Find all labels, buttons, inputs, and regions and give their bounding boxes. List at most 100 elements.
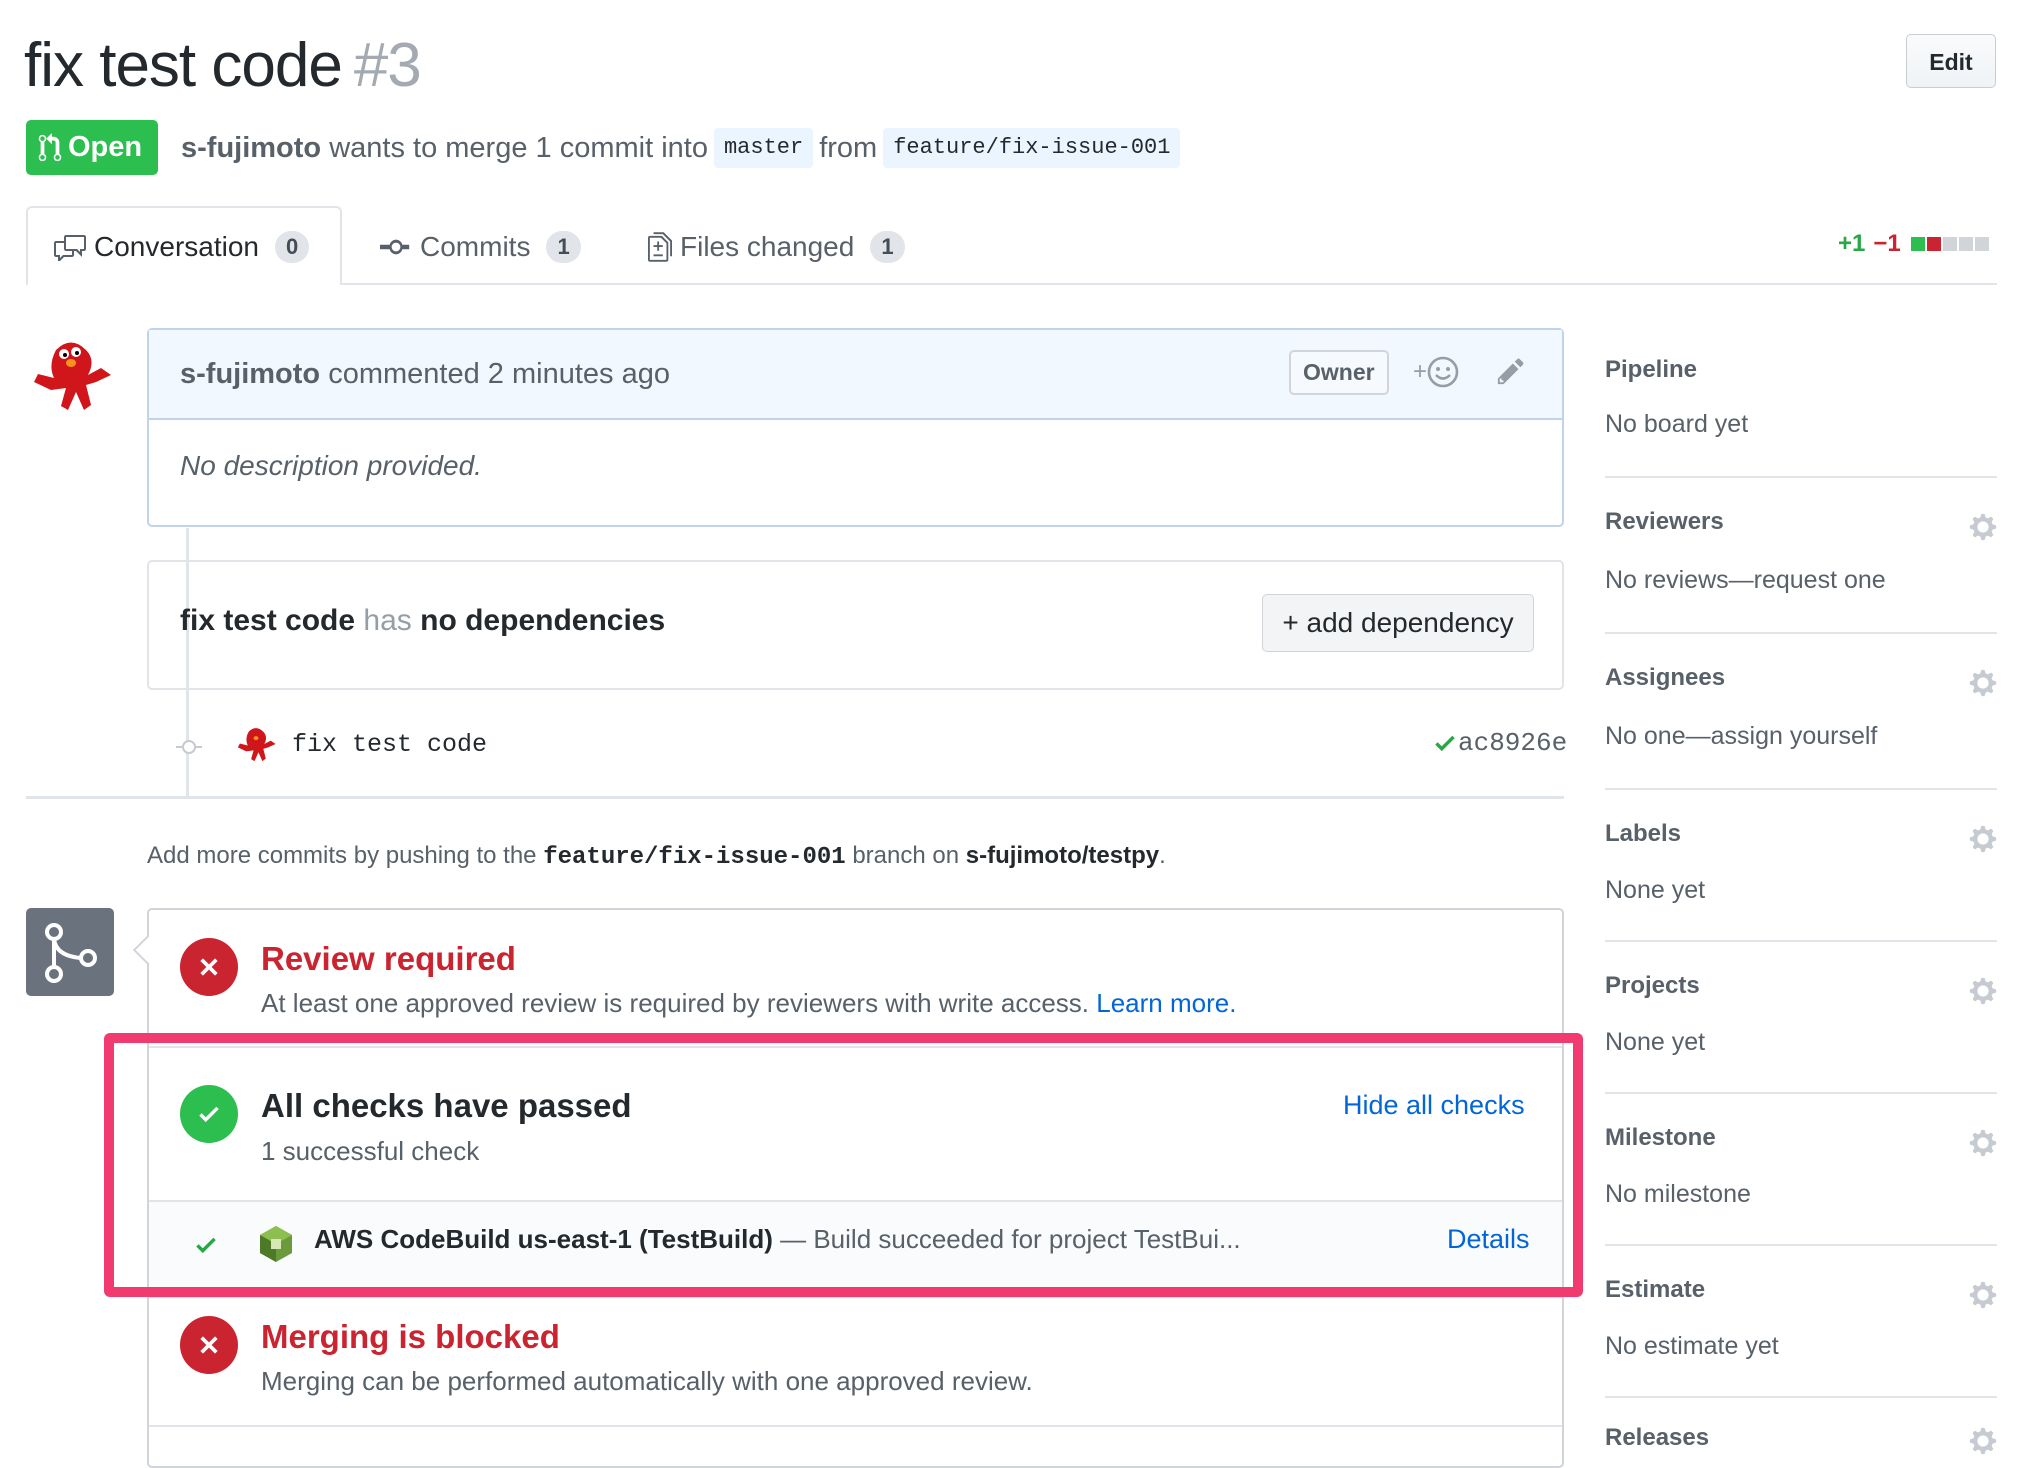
comment-timestamp: commented 2 minutes ago: [328, 358, 670, 390]
pr-meta: s-fujimoto wants to merge 1 commit into …: [181, 126, 1186, 170]
edit-button[interactable]: Edit: [1906, 34, 1996, 88]
review-required-title: Review required: [261, 940, 516, 977]
merging-blocked-desc: Merging can be performed automatically w…: [261, 1366, 1033, 1396]
review-required-desc: At least one approved review is required…: [261, 988, 1236, 1019]
tab-counter: 0: [274, 231, 310, 263]
x-icon: [200, 1336, 218, 1354]
commit-avatar[interactable]: [234, 722, 278, 771]
sidebar-milestone-value: No milestone: [1605, 1180, 1751, 1208]
commit-sha[interactable]: ac8926e: [1432, 728, 1567, 758]
sidebar-milestone-heading[interactable]: Milestone: [1605, 1124, 1716, 1152]
owner-label: Owner: [1289, 350, 1389, 395]
comment-author-line: s-fujimoto commented 2 minutes ago: [180, 352, 670, 396]
highlight-annotation: [104, 1033, 1583, 1297]
git-pull-request-icon: [38, 132, 62, 161]
diff-deletions: −1: [1873, 230, 1901, 257]
sidebar-reviewers-value[interactable]: No reviews—request one: [1605, 566, 1886, 595]
check-icon: [1435, 735, 1455, 752]
sidebar-pipeline-heading[interactable]: Pipeline: [1605, 356, 1697, 384]
diff-additions: +1: [1838, 230, 1866, 257]
head-branch[interactable]: feature/fix-issue-001: [883, 128, 1181, 168]
sidebar-divider: [1605, 940, 1997, 942]
diffstat-block: [1974, 237, 1989, 251]
sidebar-divider: [1605, 476, 1997, 478]
commit-node-icon: [176, 734, 202, 765]
state-label: Open: [68, 131, 143, 163]
commit-sha-text: ac8926e: [1458, 728, 1568, 758]
dep-pr-title: fix test code: [180, 604, 356, 637]
add-dependency-button[interactable]: + add dependency: [1262, 594, 1534, 652]
sidebar-assignees-heading[interactable]: Assignees: [1605, 664, 1725, 692]
assignees-gear-icon[interactable]: [1968, 668, 1998, 703]
milestone-gear-icon[interactable]: [1968, 1128, 1998, 1163]
sidebar-assignees-value[interactable]: No one—assign yourself: [1605, 722, 1877, 751]
sidebar-reviewers-heading[interactable]: Reviewers: [1605, 508, 1724, 536]
learn-more-link[interactable]: Learn more.: [1096, 988, 1236, 1018]
pr-number: #3: [353, 31, 422, 100]
pr-title: fix test code #3: [24, 26, 422, 106]
push-hint-middle: branch on: [852, 842, 960, 869]
sidebar-releases-heading[interactable]: Releases: [1605, 1424, 1709, 1452]
diffstat-block: [1942, 237, 1957, 251]
labels-gear-icon[interactable]: [1968, 824, 1998, 859]
push-hint: Add more commits by pushing to the featu…: [147, 842, 1166, 871]
comment-author[interactable]: s-fujimoto: [180, 358, 320, 390]
dependencies-text: fix test code has no dependencies: [180, 604, 665, 638]
author-link[interactable]: s-fujimoto: [181, 126, 321, 170]
tab-label: Conversation: [94, 231, 259, 262]
tab-counter: 1: [870, 231, 905, 263]
merge-text: wants to merge 1 commit into: [329, 132, 708, 164]
comment-discussion-icon: [54, 235, 86, 261]
tab-conversation[interactable]: Conversation 0: [54, 222, 310, 272]
sidebar-divider: [1605, 1244, 1997, 1246]
state-badge: Open: [26, 120, 159, 175]
tab-label: Commits: [420, 231, 531, 262]
sidebar-estimate-heading[interactable]: Estimate: [1605, 1276, 1705, 1304]
edit-comment-button[interactable]: [1496, 356, 1526, 391]
review-status-icon: [180, 938, 238, 996]
sidebar-divider: [1605, 1092, 1997, 1094]
estimate-gear-icon[interactable]: [1968, 1280, 1998, 1315]
pencil-icon: [1497, 358, 1524, 385]
avatar-image: [34, 342, 111, 410]
review-desc-text: At least one approved review is required…: [261, 988, 1090, 1018]
tab-commits[interactable]: Commits 1: [380, 222, 581, 272]
diffstat-block: [1910, 237, 1925, 251]
add-reaction-button[interactable]: +: [1413, 356, 1459, 388]
tab-label: Files changed: [680, 231, 855, 262]
diffstat-block: [1926, 237, 1941, 251]
tab-counter: 1: [546, 231, 581, 263]
smiley-icon: [1427, 356, 1459, 388]
push-hint-prefix: Add more commits by pushing to the: [147, 842, 537, 869]
push-hint-suffix: .: [1159, 842, 1166, 869]
comment-body: No description provided.: [180, 450, 482, 481]
merge-section-divider: [149, 1425, 1562, 1427]
diffstat-block: [1958, 237, 1973, 251]
releases-gear-icon[interactable]: [1968, 1426, 1998, 1461]
sidebar-divider: [1605, 632, 1997, 634]
reviewers-gear-icon[interactable]: [1968, 512, 1998, 547]
sidebar-divider: [1605, 1396, 1997, 1398]
from-text: from: [819, 132, 878, 164]
pr-title-text: fix test code: [24, 31, 343, 100]
file-diff-icon: [648, 232, 672, 262]
diffstat: +1 −1: [1838, 230, 1991, 258]
sidebar-projects-value: None yet: [1605, 1028, 1706, 1056]
sidebar-estimate-value: No estimate yet: [1605, 1332, 1779, 1360]
sidebar-divider: [1605, 788, 1997, 790]
projects-gear-icon[interactable]: [1968, 976, 1998, 1011]
sidebar-labels-value: None yet: [1605, 876, 1706, 904]
push-hint-branch: feature/fix-issue-001: [543, 844, 846, 871]
git-commit-icon: [380, 239, 410, 255]
commit-message[interactable]: fix test code: [292, 730, 487, 759]
sidebar-labels-heading[interactable]: Labels: [1605, 820, 1681, 848]
avatar[interactable]: [26, 330, 116, 425]
sidebar-projects-heading[interactable]: Projects: [1605, 972, 1700, 1000]
dep-status: no dependencies: [420, 604, 666, 637]
base-branch[interactable]: master: [713, 128, 814, 168]
push-hint-repo: s-fujimoto/testpy: [965, 842, 1160, 869]
merge-status-icon: [26, 908, 114, 996]
tab-files-changed[interactable]: Files changed 1: [648, 222, 905, 272]
dep-has: has: [363, 604, 412, 637]
sidebar-pipeline-value: No board yet: [1605, 410, 1749, 438]
